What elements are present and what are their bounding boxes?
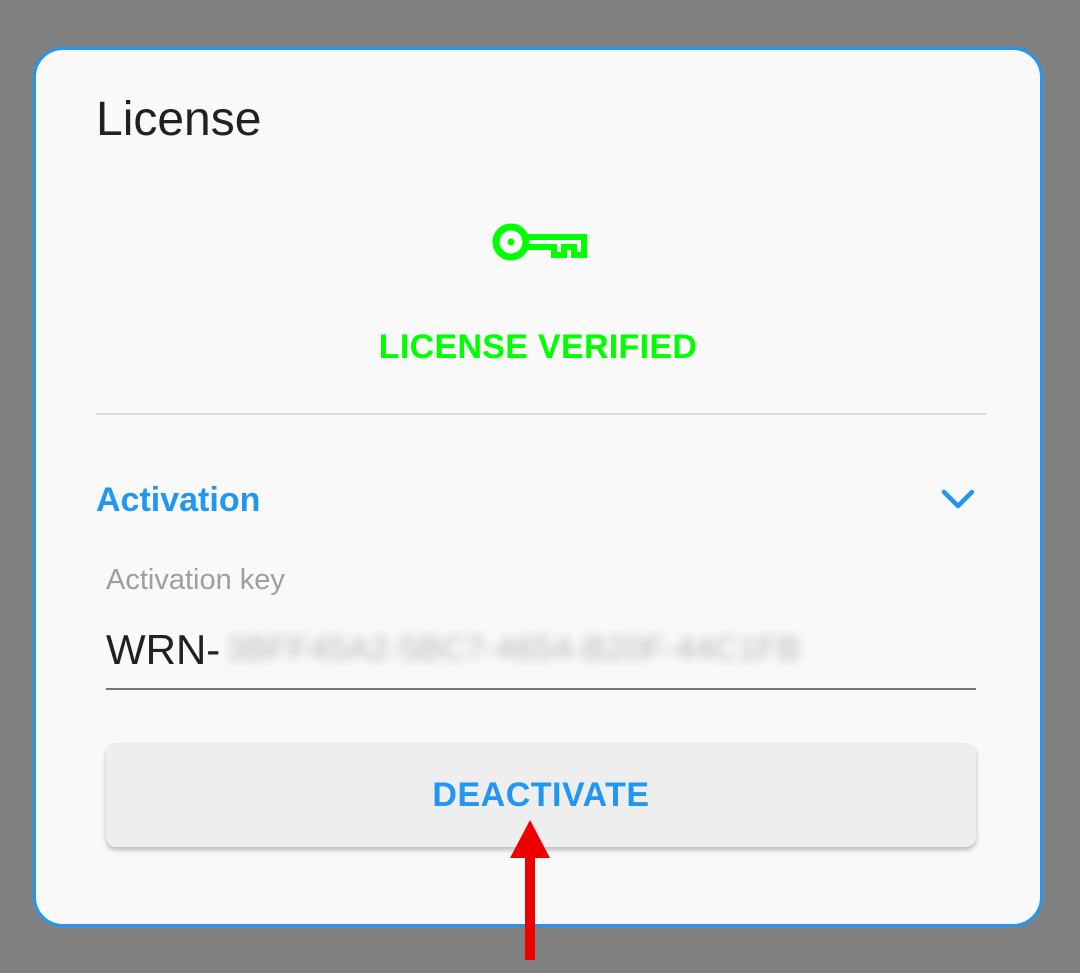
activation-section-title: Activation bbox=[96, 481, 261, 519]
dialog-title: License bbox=[96, 93, 262, 146]
activation-key-field[interactable]: WRN- 3BFF45A2-5BC7-4654-B20F-44C1FB bbox=[106, 620, 976, 690]
activation-key-label: Activation key bbox=[106, 564, 285, 596]
key-icon bbox=[492, 223, 587, 261]
license-dialog: License LICENSE VERIFIED Activation Acti… bbox=[33, 47, 1043, 927]
activation-section-header[interactable]: Activation bbox=[96, 475, 976, 535]
divider bbox=[96, 413, 986, 415]
license-status-text: LICENSE VERIFIED bbox=[378, 328, 698, 366]
red-arrow-icon bbox=[510, 820, 550, 960]
activation-key-prefix: WRN- bbox=[106, 626, 221, 673]
activation-key-redacted: 3BFF45A2-5BC7-4654-B20F-44C1FB bbox=[226, 630, 801, 668]
chevron-down-icon[interactable] bbox=[940, 487, 976, 511]
